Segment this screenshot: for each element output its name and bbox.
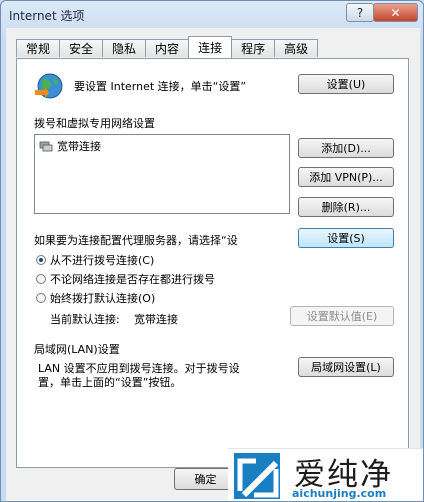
connection-name: 宽带连接: [57, 140, 101, 153]
tab-security[interactable]: 安全: [59, 39, 104, 57]
setup-button-label: 设置(U): [326, 78, 366, 91]
close-button[interactable]: ✕: [373, 3, 418, 22]
title-bar[interactable]: Internet 选项 ? ✕: [1, 1, 423, 29]
window-title: Internet 选项: [9, 9, 85, 23]
proxy-text: 如果要为连接配置代理服务器，请选择“设: [34, 234, 238, 247]
tab-label: 程序: [241, 42, 266, 56]
tab-connections[interactable]: 连接: [188, 36, 233, 58]
lan-heading: 局域网(LAN)设置: [34, 343, 120, 356]
tab-label: 高级: [284, 42, 309, 56]
set-default-button-label: 设置默认值(E): [306, 310, 378, 323]
tab-label: 隐私: [112, 42, 137, 56]
tab-privacy[interactable]: 隐私: [102, 39, 147, 57]
radio-indicator: [36, 293, 46, 303]
lan-settings-button[interactable]: 局域网设置(L): [298, 357, 394, 377]
watermark: 爱纯净 aichunjing.com: [228, 448, 423, 501]
connections-panel: 要设置 Internet 连接，单击“设置” 设置(U) 拨号和虚拟专用网络设置…: [16, 58, 409, 468]
current-default-value: 宽带连接: [134, 313, 178, 326]
proxy-settings-button-label: 设置(S): [327, 232, 365, 245]
broadband-connection-icon: [39, 141, 53, 152]
tab-label: 安全: [69, 42, 94, 56]
radio-always-dial-default[interactable]: 始终拨打默认连接(O): [36, 290, 155, 306]
ok-button-label: 确定: [194, 473, 217, 486]
tab-strip: 常规 安全 隐私 内容 连接 程序 高级: [16, 36, 319, 58]
lan-settings-button-label: 局域网设置(L): [311, 361, 381, 374]
setup-button[interactable]: 设置(U): [298, 74, 394, 94]
tab-label: 常规: [26, 42, 51, 56]
list-item[interactable]: 宽带连接: [39, 138, 101, 154]
remove-button-label: 删除(R)...: [321, 201, 371, 214]
radio-dial-whenever-no-network[interactable]: 不论网络连接是否存在都进行拨号: [36, 271, 215, 287]
watermark-domain: aichunjing.com: [292, 487, 387, 500]
proxy-settings-button[interactable]: 设置(S): [298, 228, 394, 248]
add-vpn-button-label: 添加 VPN(P)...: [309, 171, 383, 184]
set-default-button[interactable]: 设置默认值(E): [290, 306, 394, 326]
radio-never-dial[interactable]: 从不进行拨号连接(C): [36, 252, 154, 268]
dialog-body: 常规 安全 隐私 内容 连接 程序 高级 要设置 Internet 连接，单击“…: [6, 28, 420, 501]
add-button-label: 添加(D)...: [321, 142, 371, 155]
radio-indicator: [36, 255, 46, 265]
radio-label: 不论网络连接是否存在都进行拨号: [50, 273, 215, 286]
lan-text-line2: 置，单击上面的“设置”按钮。: [38, 376, 182, 389]
tab-advanced[interactable]: 高级: [274, 39, 319, 57]
tab-general[interactable]: 常规: [16, 39, 61, 57]
globe-network-icon: [35, 73, 63, 99]
close-icon: ✕: [390, 5, 401, 20]
tab-programs[interactable]: 程序: [231, 39, 276, 57]
dialup-vpn-heading: 拨号和虚拟专用网络设置: [34, 117, 155, 130]
tab-label: 内容: [155, 42, 180, 56]
tab-label: 连接: [198, 41, 223, 55]
add-button[interactable]: 添加(D)...: [298, 138, 394, 158]
internet-options-window: Internet 选项 ? ✕ 常规 安全 隐私 内容 连接 程序 高级 要设置…: [0, 0, 424, 502]
help-icon: ?: [356, 5, 364, 20]
radio-indicator: [36, 274, 46, 284]
remove-button[interactable]: 删除(R)...: [298, 197, 394, 217]
setup-connection-text: 要设置 Internet 连接，单击“设置”: [74, 80, 247, 93]
aichunjing-logo-icon: [234, 453, 280, 499]
connections-listbox[interactable]: 宽带连接: [34, 134, 290, 214]
tab-content[interactable]: 内容: [145, 39, 190, 57]
radio-label: 从不进行拨号连接(C): [50, 254, 155, 267]
help-button[interactable]: ?: [346, 3, 374, 22]
radio-label: 始终拨打默认连接(O): [50, 292, 156, 305]
add-vpn-button[interactable]: 添加 VPN(P)...: [298, 167, 394, 187]
current-default-label: 当前默认连接:: [50, 313, 120, 326]
